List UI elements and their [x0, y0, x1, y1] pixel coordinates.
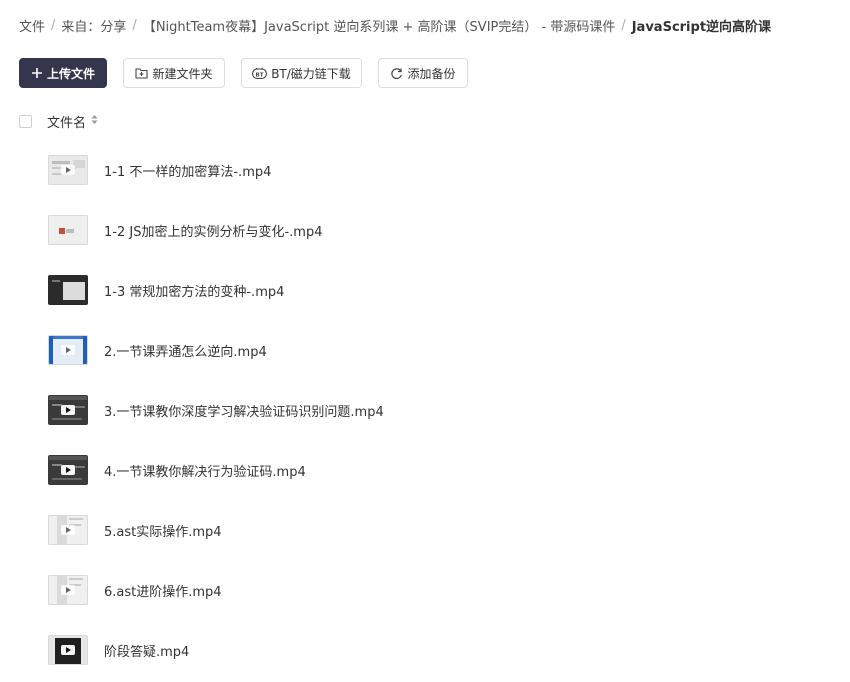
file-name[interactable]: 2.一节课弄通怎么逆向.mp4 — [104, 341, 267, 360]
file-row[interactable]: 4.一节课教你解决行为验证码.mp4 — [48, 440, 828, 500]
sort-icon[interactable] — [91, 114, 98, 129]
file-name[interactable]: 6.ast进阶操作.mp4 — [104, 581, 222, 600]
upload-button-label: 上传文件 — [46, 66, 95, 81]
file-row[interactable]: 1-1 不一样的加密算法-.mp4 — [48, 140, 828, 200]
play-icon — [61, 645, 75, 655]
breadcrumb-item-files[interactable]: 文件 — [19, 16, 45, 35]
bt-icon: BT — [252, 67, 268, 79]
new-folder-button[interactable]: 新建文件夹 — [123, 58, 225, 88]
bt-download-button-label: BT/磁力链下载 — [271, 66, 351, 81]
play-icon — [61, 405, 75, 415]
breadcrumb-item-current: JavaScript逆向高阶课 — [631, 19, 772, 35]
file-name[interactable]: 1-3 常规加密方法的变种-.mp4 — [104, 281, 284, 300]
video-thumbnail — [48, 155, 88, 185]
add-backup-button[interactable]: 添加备份 — [378, 58, 468, 88]
video-thumbnail — [48, 575, 88, 605]
play-icon — [61, 525, 75, 535]
breadcrumb-item-course-folder[interactable]: 【NightTeam夜幕】JavaScript 逆向系列课 + 高阶课（SVIP… — [143, 16, 616, 35]
video-thumbnail — [48, 635, 88, 665]
video-thumbnail — [48, 275, 88, 305]
upload-button[interactable]: 上传文件 — [19, 58, 107, 88]
play-icon — [61, 585, 75, 595]
video-thumbnail — [48, 455, 88, 485]
video-thumbnail — [48, 395, 88, 425]
filename-column-label: 文件名 — [47, 115, 87, 131]
file-list-header: 文件名 — [19, 112, 98, 131]
file-name[interactable]: 3.一节课教你深度学习解决验证码识别问题.mp4 — [104, 401, 384, 420]
bt-download-button[interactable]: BT BT/磁力链下载 — [241, 58, 362, 88]
video-thumbnail — [48, 335, 88, 365]
file-row[interactable]: 1-2 JS加密上的实例分析与变化-.mp4 — [48, 200, 828, 260]
file-name[interactable]: 1-2 JS加密上的实例分析与变化-.mp4 — [104, 221, 322, 240]
folder-plus-icon — [135, 67, 149, 79]
plus-icon — [31, 67, 43, 79]
file-name[interactable]: 4.一节课教你解决行为验证码.mp4 — [104, 461, 306, 480]
play-icon — [61, 465, 75, 475]
svg-text:BT: BT — [256, 72, 264, 78]
file-row[interactable]: 5.ast实际操作.mp4 — [48, 500, 828, 560]
new-folder-button-label: 新建文件夹 — [152, 66, 213, 81]
video-thumbnail — [48, 215, 88, 245]
file-row[interactable]: 3.一节课教你深度学习解决验证码识别问题.mp4 — [48, 380, 828, 440]
play-icon — [61, 165, 75, 175]
select-all-checkbox[interactable] — [19, 114, 32, 128]
breadcrumb-item-shared[interactable]: 来自：分享 — [61, 16, 126, 35]
file-name[interactable]: 5.ast实际操作.mp4 — [104, 521, 222, 540]
add-backup-button-label: 添加备份 — [407, 66, 456, 81]
video-thumbnail — [48, 515, 88, 545]
play-icon — [61, 345, 75, 355]
file-row[interactable]: 6.ast进阶操作.mp4 — [48, 560, 828, 620]
breadcrumb: 文件 / 来自：分享 / 【NightTeam夜幕】JavaScript 逆向系… — [19, 14, 771, 36]
file-name[interactable]: 阶段答疑.mp4 — [104, 641, 189, 660]
refresh-icon — [390, 67, 403, 80]
file-row[interactable]: 2.一节课弄通怎么逆向.mp4 — [48, 320, 828, 380]
filename-column-header[interactable]: 文件名 — [47, 112, 98, 131]
file-name[interactable]: 1-1 不一样的加密算法-.mp4 — [104, 161, 271, 180]
breadcrumb-separator: / — [51, 17, 56, 33]
file-row[interactable]: 1-3 常规加密方法的变种-.mp4 — [48, 260, 828, 320]
file-row[interactable]: 阶段答疑.mp4 — [48, 620, 828, 680]
breadcrumb-separator: / — [621, 17, 626, 33]
breadcrumb-separator: / — [132, 17, 137, 33]
